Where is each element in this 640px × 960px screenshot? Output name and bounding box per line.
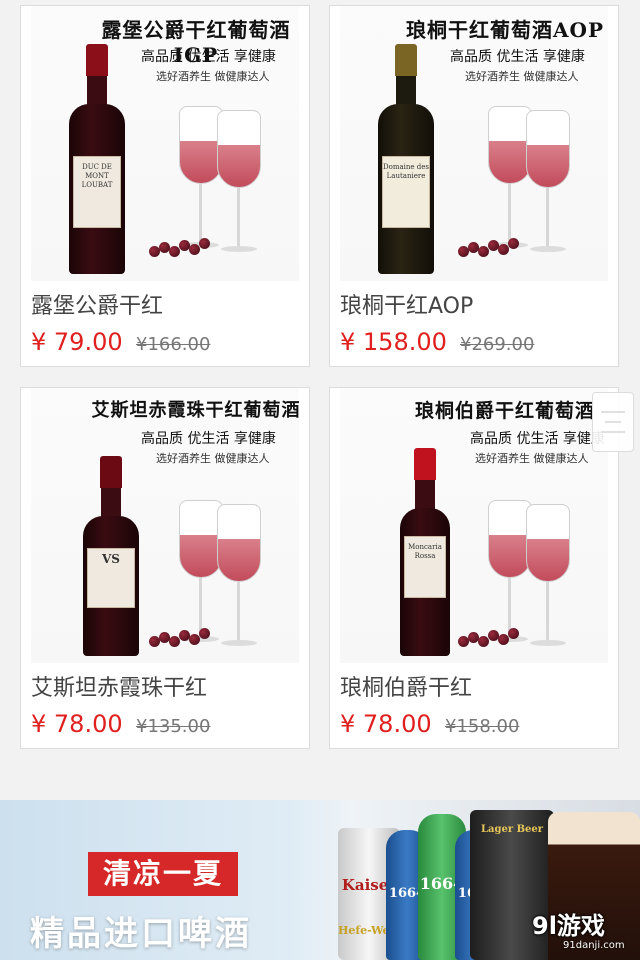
original-price: ¥269.00 [460, 334, 535, 355]
wine-bottle: Moncaria Rossa [400, 448, 450, 656]
divider [605, 421, 621, 423]
original-price: ¥135.00 [136, 716, 211, 737]
product-image[interactable]: 琅桐干红葡萄酒AOP 高品质 优生活 享健康 选好酒养生 做健康达人 Domai… [340, 6, 608, 281]
image-slogan: 高品质 优生活 享健康 [141, 49, 276, 65]
watermark-logo: 9l游戏 [532, 912, 605, 940]
scroll-to-top-button[interactable] [592, 392, 634, 452]
product-image[interactable]: 露堡公爵干红葡萄酒IGP 高品质 优生活 享健康 选好酒养生 做健康达人 DUC… [31, 6, 299, 281]
product-name[interactable]: 露堡公爵干红 [31, 288, 163, 320]
promo-headline: 精品进口啤酒 [30, 914, 252, 954]
image-subtitle: 选好酒养生 做健康达人 [156, 452, 270, 465]
original-price: ¥166.00 [136, 334, 211, 355]
bottle-label: Domaine des Lautaniere [382, 156, 430, 228]
image-slogan: 高品质 优生活 享健康 [450, 49, 585, 65]
bottle-label: Moncaria Rossa [404, 536, 446, 598]
product-price: ¥ 158.00 [340, 328, 447, 356]
image-title: 琅桐伯爵干红葡萄酒 [414, 400, 595, 422]
grapes [149, 234, 211, 260]
image-subtitle: 选好酒养生 做健康达人 [156, 70, 270, 83]
product-card[interactable]: 露堡公爵干红葡萄酒IGP 高品质 优生活 享健康 选好酒养生 做健康达人 DUC… [20, 5, 310, 367]
wine-bottle: VS [83, 456, 139, 656]
grapes [149, 624, 211, 650]
beer-can-label: Lager Beer [480, 824, 544, 835]
original-price: ¥158.00 [445, 716, 520, 737]
bottle-label: DUC DE MONT LOUBAT [73, 156, 121, 228]
product-name[interactable]: 琅桐伯爵干红 [340, 670, 472, 702]
image-title: 琅桐干红葡萄酒AOP [406, 18, 604, 42]
wine-bottle: DUC DE MONT LOUBAT [69, 44, 125, 274]
product-price: ¥ 79.00 [31, 328, 123, 356]
wine-glass [217, 110, 261, 260]
image-slogan: 高品质 优生活 享健康 [470, 431, 605, 447]
product-card[interactable]: 琅桐伯爵干红葡萄酒 高品质 优生活 享健康 选好酒养生 做健康达人 Moncar… [329, 387, 619, 749]
image-subtitle: 选好酒养生 做健康达人 [465, 70, 579, 83]
divider [601, 431, 625, 433]
product-card[interactable]: 艾斯坦赤霞珠干红葡萄酒 高品质 优生活 享健康 选好酒养生 做健康达人 VS 艾… [20, 387, 310, 749]
product-price: ¥ 78.00 [340, 710, 432, 738]
product-card[interactable]: 琅桐干红葡萄酒AOP 高品质 优生活 享健康 选好酒养生 做健康达人 Domai… [329, 5, 619, 367]
grapes [458, 624, 520, 650]
image-slogan: 高品质 优生活 享健康 [141, 431, 276, 447]
product-name[interactable]: 琅桐干红AOP [340, 288, 473, 320]
wine-glass [526, 110, 570, 260]
bottle-label: VS [87, 548, 135, 608]
product-name[interactable]: 艾斯坦赤霞珠干红 [31, 670, 207, 702]
promo-badge: 清凉一夏 [88, 852, 238, 896]
wine-bottle: Domaine des Lautaniere [378, 44, 434, 274]
product-image[interactable]: 琅桐伯爵干红葡萄酒 高品质 优生活 享健康 选好酒养生 做健康达人 Moncar… [340, 388, 608, 663]
watermark-url: 91danji.com [563, 940, 625, 951]
product-price: ¥ 78.00 [31, 710, 123, 738]
grapes [458, 234, 520, 260]
wine-glass [217, 504, 261, 654]
image-title: 艾斯坦赤霞珠干红葡萄酒 [91, 400, 300, 421]
image-subtitle: 选好酒养生 做健康达人 [475, 452, 589, 465]
product-image[interactable]: 艾斯坦赤霞珠干红葡萄酒 高品质 优生活 享健康 选好酒养生 做健康达人 VS [31, 388, 299, 663]
wine-glass [526, 504, 570, 654]
arrow-up-icon [601, 411, 625, 413]
